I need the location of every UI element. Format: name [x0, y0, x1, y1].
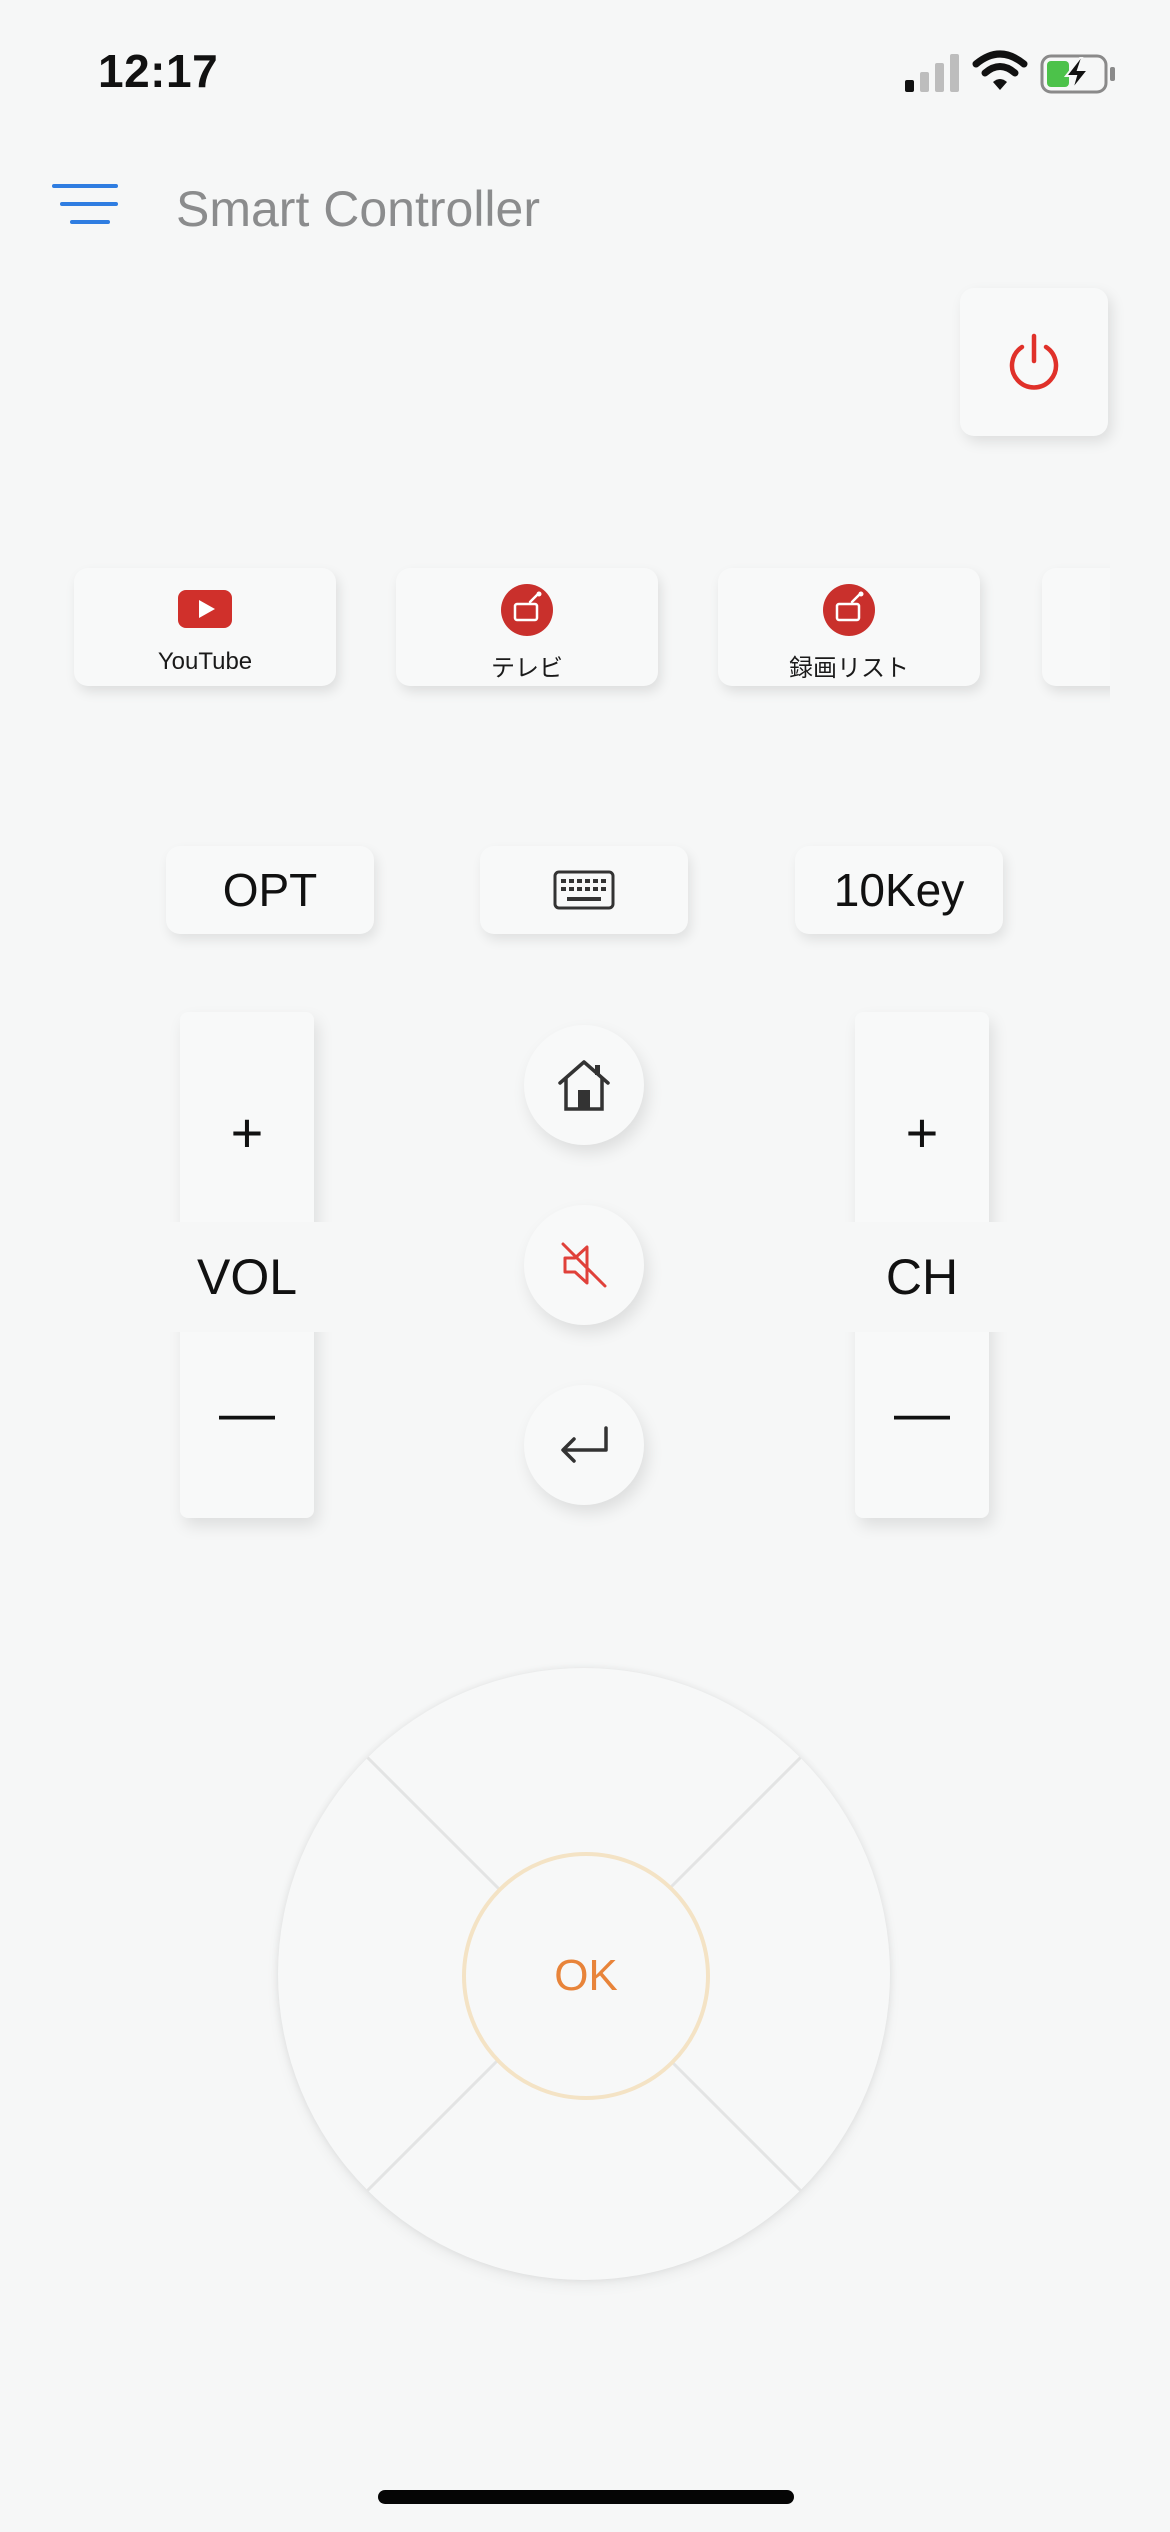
opt-button[interactable]: OPT	[166, 846, 374, 934]
tenkey-button[interactable]: 10Key	[795, 846, 1003, 934]
mute-icon	[561, 1242, 607, 1288]
app-label: テレビ	[491, 655, 563, 682]
home-indicator	[378, 2490, 794, 2504]
home-button[interactable]	[524, 1025, 644, 1145]
app-title: Smart Controller	[176, 181, 540, 237]
power-button[interactable]	[960, 288, 1108, 436]
volume-up-button[interactable]: +	[180, 1072, 314, 1192]
keyboard-icon	[553, 870, 615, 910]
app-next-button-partial[interactable]	[1042, 568, 1110, 686]
power-icon	[1009, 333, 1059, 390]
return-button[interactable]	[524, 1385, 644, 1505]
tv-icon	[823, 584, 875, 636]
channel-up-button[interactable]: +	[855, 1072, 989, 1192]
volume-control: + VOL —	[157, 1012, 337, 1518]
app-label: 録画リスト	[789, 655, 909, 682]
volume-label: VOL	[157, 1222, 337, 1332]
app-tv-button[interactable]: テレビ	[396, 568, 658, 686]
hamburger-menu-icon[interactable]	[52, 180, 118, 228]
dpad-right-button[interactable]	[710, 1818, 890, 2130]
volume-down-button[interactable]: —	[180, 1352, 314, 1472]
ok-button[interactable]: OK	[462, 1852, 710, 2100]
channel-control: + CH —	[832, 1012, 1012, 1518]
dpad-down-button[interactable]	[428, 2100, 740, 2280]
youtube-icon	[178, 590, 232, 628]
status-time: 12:17	[98, 45, 219, 97]
cellular-signal-icon	[905, 54, 959, 92]
dpad-left-button[interactable]	[278, 1818, 458, 2130]
app-shortcut-strip[interactable]: YouTube テレビ 録画リスト	[62, 548, 1110, 716]
mute-button[interactable]	[524, 1205, 644, 1325]
app-recording-list-button[interactable]: 録画リスト	[718, 568, 980, 686]
tv-icon	[501, 584, 553, 636]
home-icon	[558, 1060, 610, 1111]
channel-label: CH	[832, 1222, 1012, 1332]
channel-down-button[interactable]: —	[855, 1352, 989, 1472]
battery-charging-icon	[1040, 54, 1115, 94]
app-youtube-button[interactable]: YouTube	[74, 568, 336, 686]
keyboard-button[interactable]	[480, 846, 688, 934]
app-label: YouTube	[157, 648, 253, 675]
return-icon	[561, 1426, 608, 1463]
dpad-up-button[interactable]	[428, 1668, 740, 1848]
wifi-icon	[972, 50, 1028, 90]
